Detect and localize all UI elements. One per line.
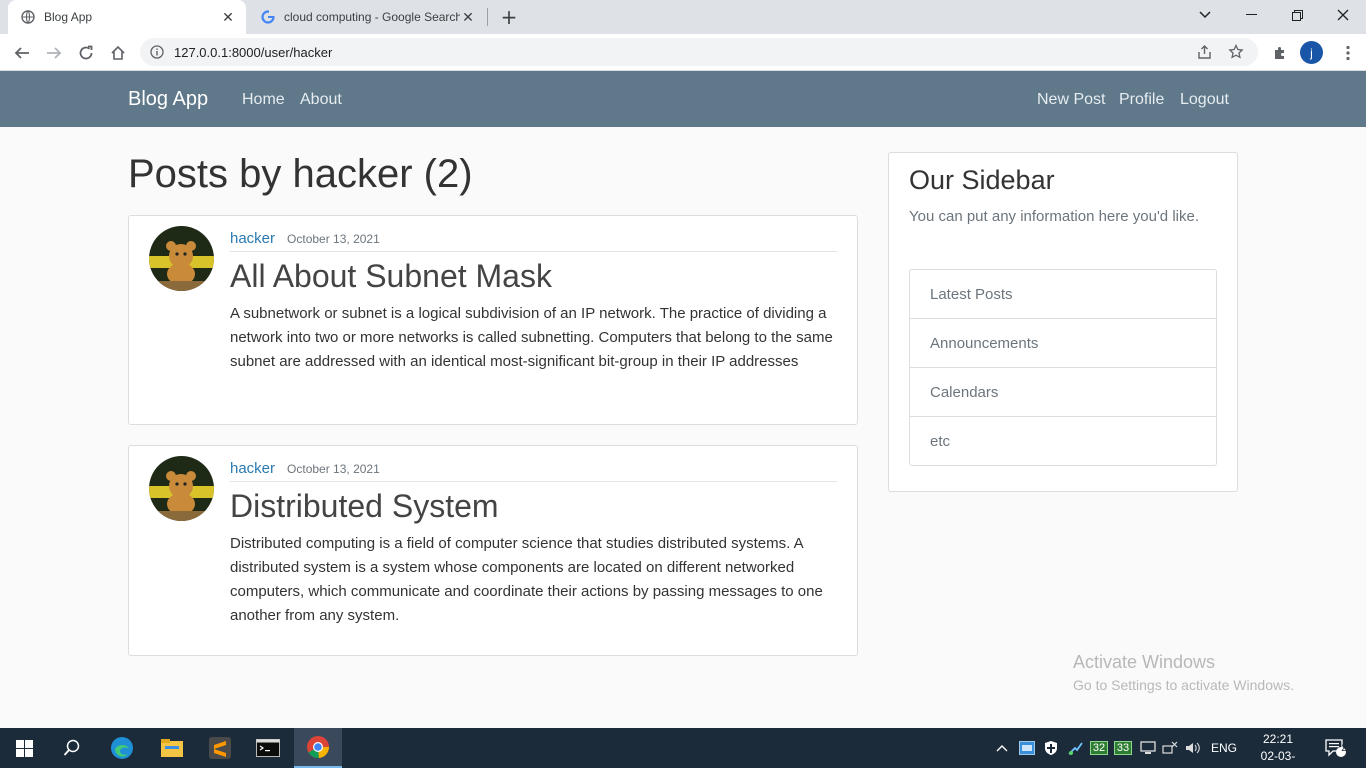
tab-separator (487, 8, 488, 26)
search-icon[interactable] (48, 728, 96, 768)
sidebar: Our Sidebar You can put any information … (888, 152, 1238, 492)
site-navbar: Blog App Home About New Post Profile Log… (0, 71, 1366, 127)
tray-badge-32[interactable]: 32 (1089, 728, 1109, 768)
reload-icon[interactable] (74, 41, 98, 65)
author-avatar[interactable] (149, 226, 214, 291)
sidebar-list: Latest Posts Announcements Calendars etc (909, 269, 1217, 466)
sidebar-item-latest-posts[interactable]: Latest Posts (910, 270, 1216, 319)
sidebar-item-etc[interactable]: etc (910, 417, 1216, 465)
info-icon[interactable] (150, 45, 166, 59)
tab-blog-app[interactable]: Blog App ✕ (8, 0, 246, 34)
chrome-icon[interactable] (294, 728, 342, 768)
network-activity-icon[interactable] (1064, 728, 1086, 768)
activate-windows-watermark: Activate Windows (1073, 652, 1216, 672)
menu-kebab-icon[interactable] (1336, 41, 1360, 65)
network-disconnected-icon[interactable] (1160, 728, 1180, 768)
profile-avatar[interactable]: j (1300, 41, 1323, 64)
sidebar-title: Our Sidebar (909, 165, 1055, 195)
tab-title: Blog App (44, 10, 93, 24)
close-tab-icon[interactable]: ✕ (220, 9, 236, 26)
site-brand-link[interactable]: Blog App (128, 88, 208, 111)
tab-google-search[interactable]: cloud computing - Google Search ✕ (248, 0, 486, 34)
post-card: hacker October 13, 2021 All About Subnet… (128, 215, 858, 425)
close-window-icon[interactable] (1320, 0, 1366, 30)
language-indicator[interactable]: ENG (1208, 728, 1240, 768)
file-explorer-icon[interactable] (148, 728, 196, 768)
extensions-puzzle-icon[interactable] (1268, 41, 1292, 65)
post-author-link[interactable]: hacker (230, 460, 275, 477)
tray-app-icon[interactable] (1016, 728, 1038, 768)
google-icon (260, 9, 276, 25)
edge-browser-icon[interactable] (98, 728, 146, 768)
post-content: Distributed computing is a field of comp… (230, 535, 823, 624)
post-meta: hacker October 13, 2021 (230, 230, 837, 252)
tray-badge-32-label: 32 (1089, 741, 1109, 755)
nav-new-post-link[interactable]: New Post (1037, 91, 1105, 109)
restore-icon[interactable] (1274, 0, 1320, 30)
browser-toolbar: 127.0.0.1:8000/user/hacker j (0, 34, 1366, 71)
sidebar-item-announcements[interactable]: Announcements (910, 319, 1216, 368)
address-bar[interactable]: 127.0.0.1:8000/user/hacker (140, 38, 1258, 66)
post-title-link[interactable]: All About Subnet Mask (230, 258, 552, 295)
author-avatar[interactable] (149, 456, 214, 521)
terminal-icon[interactable] (244, 728, 292, 768)
globe-icon (20, 9, 36, 25)
sidebar-description: You can put any information here you'd l… (909, 208, 1199, 225)
activate-windows-hint: Go to Settings to activate Windows. (1073, 677, 1294, 693)
sidebar-item-calendars[interactable]: Calendars (910, 368, 1216, 417)
notification-center-icon[interactable]: 2 (1318, 728, 1354, 768)
browser-tab-bar: Blog App ✕ cloud computing - Google Sear… (0, 0, 1366, 34)
share-icon[interactable] (1194, 44, 1214, 60)
post-card: hacker October 13, 2021 Distributed Syst… (128, 445, 858, 656)
home-icon[interactable] (106, 41, 130, 65)
url-text[interactable]: 127.0.0.1:8000/user/hacker (174, 45, 1194, 60)
new-tab-icon[interactable]: + (498, 5, 520, 29)
forward-arrow-icon[interactable] (42, 41, 66, 65)
post-date: October 13, 2021 (287, 232, 380, 246)
windows-taskbar: 32 33 ENG 22:21 02-03-2022 2 (0, 728, 1366, 768)
page-title: Posts by hacker (2) (128, 152, 473, 196)
post-title-link[interactable]: Distributed System (230, 488, 499, 525)
nav-profile-link[interactable]: Profile (1119, 91, 1164, 109)
security-shield-icon[interactable] (1040, 728, 1062, 768)
windows-start-icon[interactable] (0, 728, 48, 768)
bookmark-star-icon[interactable] (1226, 44, 1246, 60)
nav-home-link[interactable]: Home (242, 91, 285, 109)
clock-time: 22:21 (1262, 732, 1294, 746)
post-author-link[interactable]: hacker (230, 230, 275, 247)
notification-count: 2 (1341, 743, 1347, 754)
sublime-text-icon[interactable] (196, 728, 244, 768)
tab-title: cloud computing - Google Search (284, 10, 460, 24)
clock-date: 02-03-2022 (1260, 749, 1296, 768)
tray-badge-33[interactable]: 33 (1113, 728, 1133, 768)
clock[interactable]: 22:21 02-03-2022 (1248, 731, 1308, 768)
close-tab-icon[interactable]: ✕ (460, 9, 476, 26)
tray-chevron-up-icon[interactable] (992, 728, 1012, 768)
volume-icon[interactable] (1182, 728, 1204, 768)
nav-about-link[interactable]: About (300, 91, 342, 109)
monitor-icon[interactable] (1137, 728, 1159, 768)
minimize-icon[interactable] (1228, 0, 1274, 30)
post-meta: hacker October 13, 2021 (230, 460, 837, 482)
tray-badge-33-label: 33 (1113, 741, 1133, 755)
post-content: A subnetwork or subnet is a logical subd… (230, 305, 833, 370)
post-date: October 13, 2021 (287, 462, 380, 476)
nav-logout-link[interactable]: Logout (1180, 91, 1229, 109)
tab-search-chevron-icon[interactable] (1182, 0, 1228, 30)
back-arrow-icon[interactable] (10, 41, 34, 65)
